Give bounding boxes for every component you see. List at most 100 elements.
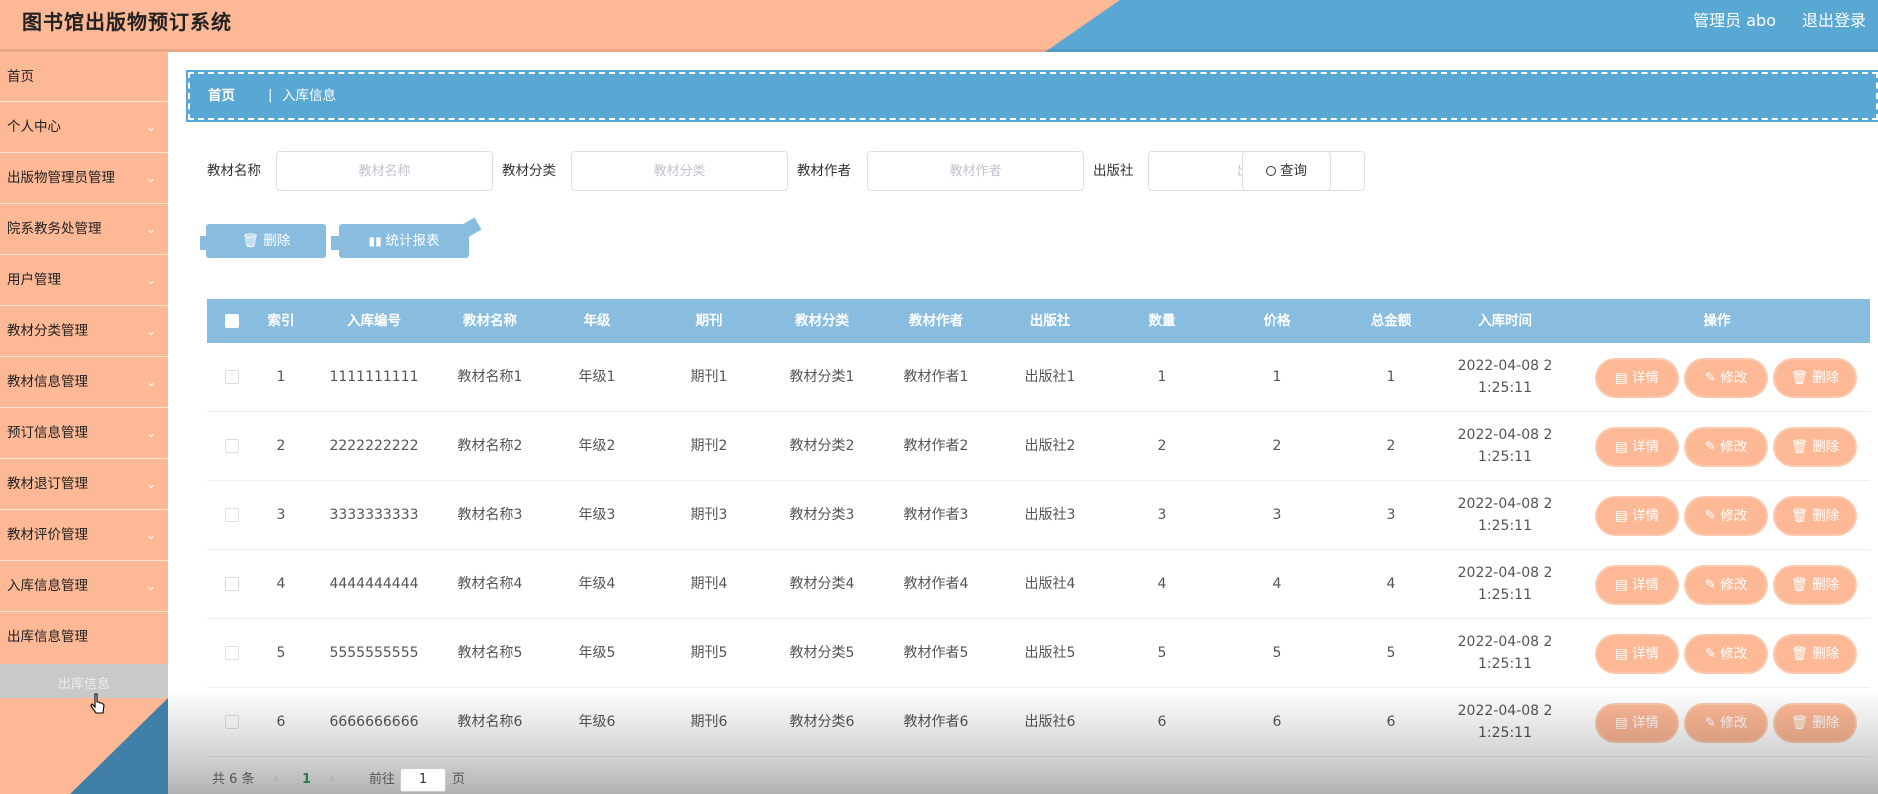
sidebar-item-5[interactable]: 教材分类管理 ⌄ xyxy=(0,306,168,357)
table-cell: 教材名称4 xyxy=(457,576,523,592)
table-cell: 1 xyxy=(1386,369,1396,385)
delete-button[interactable]: 🗑︎ 删除 xyxy=(1775,636,1855,672)
row-checkbox[interactable] xyxy=(225,439,239,453)
pagination-goto-suffix: 页 xyxy=(452,772,466,787)
detail-button[interactable]: ▤ 详情 xyxy=(1597,429,1677,465)
breadcrumb-home[interactable]: 首页 xyxy=(208,74,235,118)
trash-icon: 🗑︎ xyxy=(1790,370,1813,386)
pagination-current-page[interactable]: 1 xyxy=(302,770,311,790)
time-date: 2022-04-08 2 xyxy=(1457,427,1553,443)
sidebar-item-0[interactable]: 首页 xyxy=(0,52,168,102)
delete-button[interactable]: 🗑︎ 删除 xyxy=(1775,360,1855,396)
search-icon xyxy=(1266,166,1276,176)
search-button[interactable]: 查询 xyxy=(1242,151,1331,191)
detail-button[interactable]: ▤ 详情 xyxy=(1597,498,1677,534)
sidebar-bottom-decoration xyxy=(0,698,168,794)
search-input-name[interactable] xyxy=(276,151,493,191)
pagination-goto-prefix: 前往 xyxy=(369,772,396,787)
detail-button[interactable]: ▤ 详情 xyxy=(1597,360,1677,396)
report-button[interactable]: ▮▮ 统计报表 xyxy=(331,217,482,258)
table-cell: 教材分类1 xyxy=(789,369,855,385)
bar-chart-icon: ▮▮ xyxy=(368,234,386,248)
sidebar-item-11[interactable]: 出库信息管理 xyxy=(0,612,168,664)
table-cell: 年级4 xyxy=(578,576,616,592)
edit-button[interactable]: ✎ 修改 xyxy=(1686,705,1766,741)
table-cell: 1 xyxy=(1272,369,1282,385)
pagination-goto-input[interactable]: 1 xyxy=(400,768,446,792)
table-cell: 教材分类2 xyxy=(789,438,855,454)
table-cell: 6 xyxy=(1157,714,1167,730)
table-cell: 2222222222 xyxy=(329,438,419,454)
chevron-down-icon: ⌄ xyxy=(145,120,156,134)
table-cell: 期刊3 xyxy=(690,507,728,523)
document-icon: ▤ xyxy=(1614,370,1633,386)
delete-button[interactable]: 🗑︎ 删除 xyxy=(1775,705,1855,741)
delete-button[interactable]: 🗑︎ 删除 xyxy=(1775,429,1855,465)
table-cell: 3 xyxy=(1272,507,1282,523)
edit-button[interactable]: ✎ 修改 xyxy=(1686,567,1766,603)
detail-button-label: 详情 xyxy=(1632,646,1660,662)
sidebar-item-label: 预订信息管理 xyxy=(7,425,88,441)
edit-button[interactable]: ✎ 修改 xyxy=(1686,636,1766,672)
select-all-checkbox[interactable] xyxy=(225,314,239,328)
edit-button-label: 修改 xyxy=(1720,577,1748,593)
sidebar-item-label: 教材退订管理 xyxy=(7,476,88,492)
sidebar-item-6[interactable]: 教材信息管理 ⌄ xyxy=(0,357,168,408)
sidebar-item-2[interactable]: 出版物管理员管理 ⌄ xyxy=(0,153,168,204)
document-icon: ▤ xyxy=(1614,715,1633,731)
time-clock: 1:25:11 xyxy=(1478,518,1532,534)
table-row: 3 3333333333 教材名称3 年级3 期刊3 教材分类3 教材作者3 出版社3 3 3 3 2… xyxy=(207,481,1870,550)
trash-icon: 🗑︎ xyxy=(1790,646,1813,662)
edit-button[interactable]: ✎ 修改 xyxy=(1686,498,1766,534)
detail-button[interactable]: ▤ 详情 xyxy=(1597,705,1677,741)
table-cell: 6666666666 xyxy=(329,714,419,730)
table-cell: 教材名称1 xyxy=(457,369,523,385)
row-checkbox[interactable] xyxy=(225,577,239,591)
pagination-prev[interactable]: ‹ xyxy=(273,770,278,790)
table-cell: 教材作者2 xyxy=(903,438,969,454)
row-checkbox[interactable] xyxy=(225,508,239,522)
table-cell: 年级5 xyxy=(578,645,616,661)
search-input-author[interactable] xyxy=(867,151,1084,191)
delete-button[interactable]: 🗑︎ 删除 xyxy=(1775,498,1855,534)
pagination: 共 6 条 ‹ 1 › 前往 1 页 xyxy=(212,768,612,792)
sidebar-item-1[interactable]: 个人中心 ⌄ xyxy=(0,102,168,153)
sidebar-item-9[interactable]: 教材评价管理 ⌄ xyxy=(0,510,168,561)
edit-button-label: 修改 xyxy=(1720,646,1748,662)
search-input-category[interactable] xyxy=(571,151,788,191)
row-checkbox[interactable] xyxy=(225,715,239,729)
sidebar-item-7[interactable]: 预订信息管理 ⌄ xyxy=(0,408,168,459)
table-cell: 出版社4 xyxy=(1024,576,1076,592)
sidebar-item-3[interactable]: 院系教务处管理 ⌄ xyxy=(0,204,168,255)
table-cell: 1 xyxy=(1157,369,1167,385)
delete-button-label: 删除 xyxy=(1812,439,1840,455)
search-label-author: 教材作者 xyxy=(797,163,851,179)
table-cell: 出版社1 xyxy=(1024,369,1076,385)
edit-button-label: 修改 xyxy=(1720,508,1748,524)
search-bar: 教材名称 教材分类 教材作者 出版社 查询 xyxy=(207,151,1407,191)
column-header: 年级 xyxy=(583,313,611,329)
time-clock: 1:25:11 xyxy=(1478,656,1532,672)
table-cell: 出版社6 xyxy=(1024,714,1076,730)
row-checkbox[interactable] xyxy=(225,370,239,384)
edit-button[interactable]: ✎ 修改 xyxy=(1686,360,1766,396)
edit-button[interactable]: ✎ 修改 xyxy=(1686,429,1766,465)
sidebar-item-label: 用户管理 xyxy=(7,272,61,288)
table-cell: 教材分类5 xyxy=(789,645,855,661)
sidebar-item-label: 出库信息管理 xyxy=(7,629,88,645)
pagination-next[interactable]: › xyxy=(330,770,335,790)
batch-delete-button[interactable]: 🗑︎ 删除 xyxy=(200,224,326,258)
sidebar-item-4[interactable]: 用户管理 ⌄ xyxy=(0,255,168,306)
delete-button[interactable]: 🗑︎ 删除 xyxy=(1775,567,1855,603)
pencil-icon: ✎ xyxy=(1704,646,1721,662)
search-button-label: 查询 xyxy=(1280,163,1307,179)
row-checkbox[interactable] xyxy=(225,646,239,660)
current-user: 管理员 abo xyxy=(1693,11,1776,30)
sidebar-item-8[interactable]: 教材退订管理 ⌄ xyxy=(0,459,168,510)
detail-button[interactable]: ▤ 详情 xyxy=(1597,636,1677,672)
detail-button[interactable]: ▤ 详情 xyxy=(1597,567,1677,603)
time-clock: 1:25:11 xyxy=(1478,380,1532,396)
logout-link[interactable]: 退出登录 xyxy=(1802,0,1866,42)
table-cell: 出版社3 xyxy=(1024,507,1076,523)
sidebar-item-10[interactable]: 入库信息管理 ⌄ xyxy=(0,561,168,612)
